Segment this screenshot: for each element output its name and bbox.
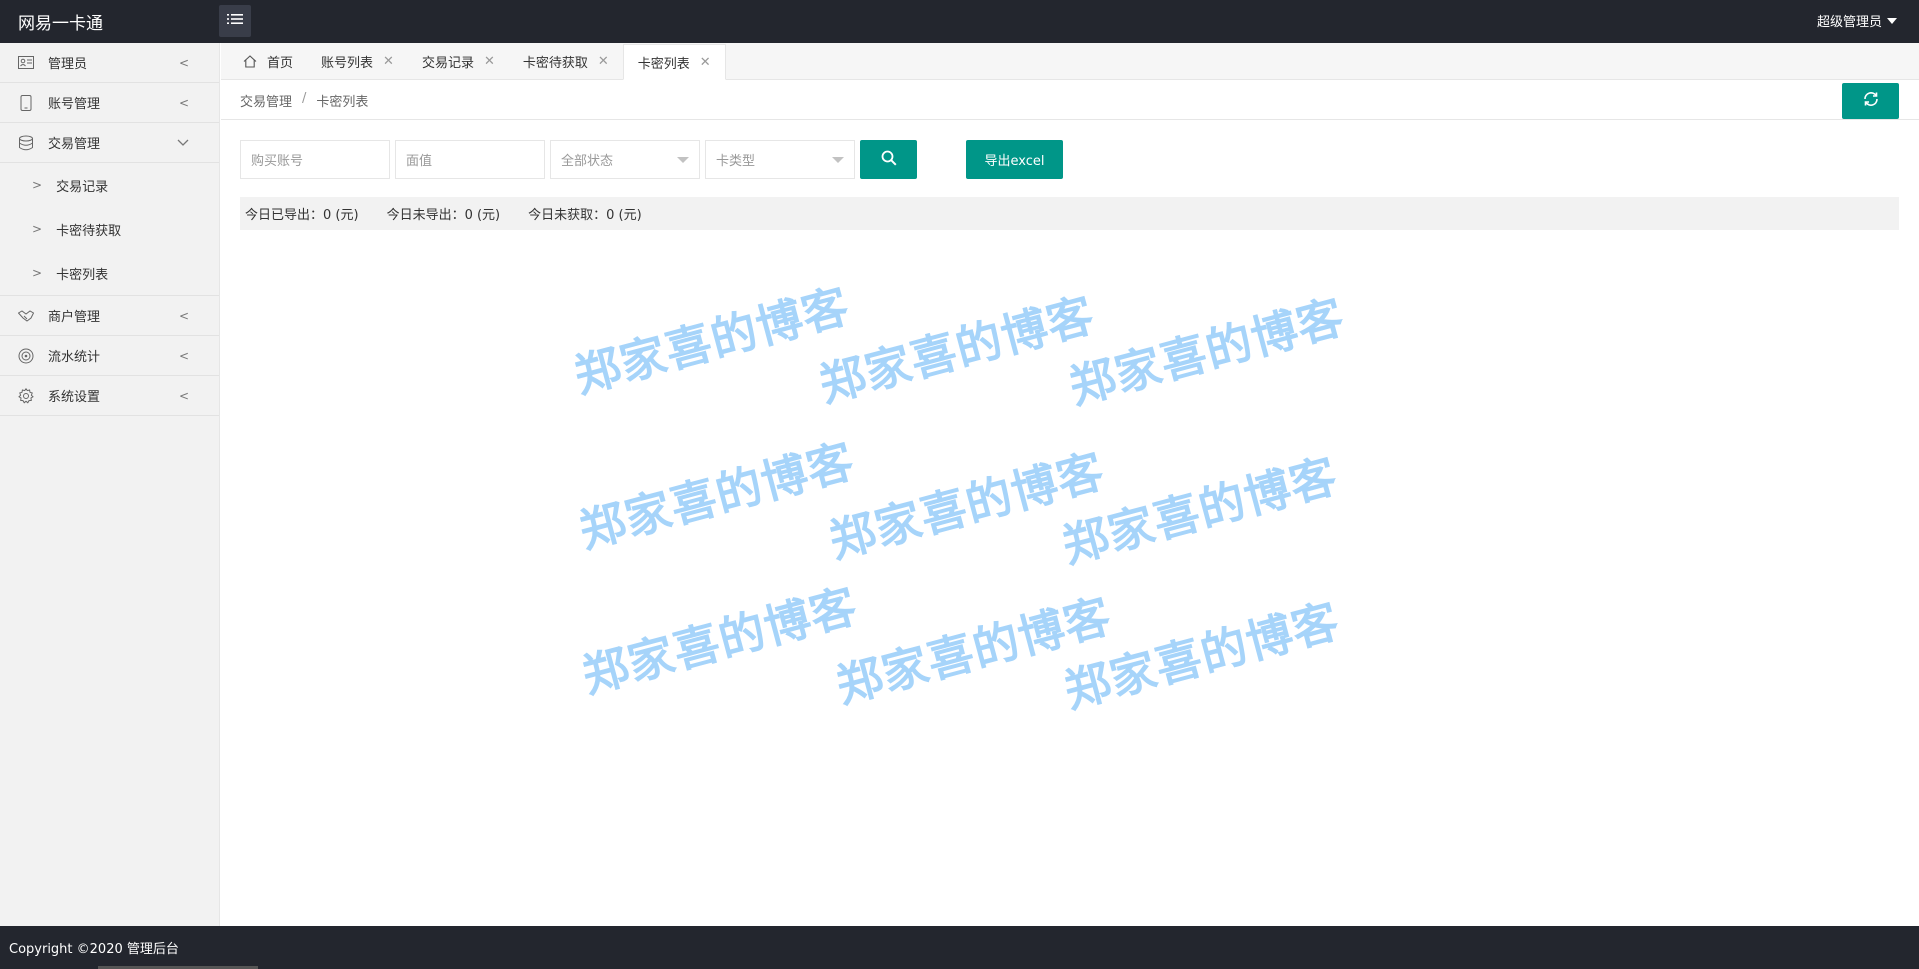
watermark-text: 郑家喜的博客 (813, 287, 1100, 413)
breadcrumb-parent[interactable]: 交易管理 (240, 91, 292, 110)
sidebar-subitem-transaction-records[interactable]: > 交易记录 (0, 163, 219, 207)
breadcrumb-bar: 交易管理 / 卡密列表 (221, 80, 1919, 120)
home-icon (243, 54, 257, 68)
tab-card-list[interactable]: 卡密列表 ✕ (622, 44, 726, 80)
sidebar-item-label: 商户管理 (48, 310, 101, 325)
target-icon (18, 348, 34, 364)
stat-exported-today: 今日已导出：0 (元) (245, 208, 359, 223)
tab-transaction-records[interactable]: 交易记录 ✕ (408, 43, 509, 79)
breadcrumb-current: 卡密列表 (316, 95, 369, 110)
tab-label: 账号列表 (321, 55, 374, 71)
database-icon (18, 135, 34, 151)
chevron-left-icon: < (178, 389, 189, 403)
sidebar-subitem-label: 卡密列表 (56, 267, 109, 283)
tab-label: 交易记录 (421, 55, 474, 71)
chevron-right-icon: > (32, 222, 43, 236)
sidebar-subitem-label: 卡密待获取 (56, 223, 122, 239)
sidebar-item-label: 交易管理 (48, 137, 101, 152)
sidebar-item-label: 流水统计 (48, 350, 101, 365)
chevron-left-icon: < (178, 349, 189, 363)
stat-not-fetched-today: 今日未获取：0 (元) (528, 208, 642, 223)
breadcrumb: 交易管理 / 卡密列表 (240, 91, 368, 110)
chevron-left-icon: < (178, 56, 189, 70)
filter-form: 购买账号 面值 全部状态 卡类型 (240, 140, 917, 179)
close-icon[interactable]: ✕ (700, 55, 711, 70)
user-menu[interactable]: 超级管理员 (1817, 11, 1897, 30)
chevron-right-icon: > (32, 266, 43, 280)
stats-bar: 今日已导出：0 (元) 今日未导出：0 (元) 今日未获取：0 (元) (240, 197, 1899, 230)
chevron-left-icon: < (178, 96, 189, 110)
search-icon (881, 150, 897, 170)
watermark-text: 郑家喜的博客 (1063, 289, 1350, 415)
sidebar-item-label: 管理员 (48, 57, 88, 72)
gear-icon (18, 387, 34, 404)
tab-label: 卡密待获取 (522, 55, 588, 71)
sidebar-subitem-label: 交易记录 (56, 179, 109, 195)
sidebar-item-transactions[interactable]: 交易管理 (0, 123, 219, 163)
purchase-account-input[interactable]: 购买账号 (240, 140, 390, 179)
tab-cards-pending[interactable]: 卡密待获取 ✕ (509, 43, 623, 79)
face-value-input[interactable]: 面值 (395, 140, 545, 179)
export-excel-button[interactable]: 导出excel (966, 140, 1063, 179)
chevron-down-icon (177, 136, 189, 150)
dropdown-arrow-icon (677, 156, 689, 163)
sidebar-item-statistics[interactable]: 流水统计 < (0, 336, 219, 376)
sidebar-item-label: 账号管理 (48, 97, 101, 112)
top-header: 网易一卡通 超级管理员 (0, 0, 1919, 43)
caret-down-icon (1887, 17, 1897, 24)
watermark-text: 郑家喜的博客 (568, 278, 855, 404)
search-button[interactable] (860, 140, 917, 179)
sidebar-item-admin[interactable]: 管理员 < (0, 43, 219, 83)
sidebar-item-merchants[interactable]: 商户管理 < (0, 296, 219, 336)
sidebar-item-settings[interactable]: 系统设置 < (0, 376, 219, 416)
brand-title: 网易一卡通 (18, 14, 103, 34)
dropdown-arrow-icon (832, 156, 844, 163)
sidebar-subitem-cards-pending[interactable]: > 卡密待获取 (0, 207, 219, 251)
close-icon[interactable]: ✕ (484, 54, 495, 69)
stat-not-exported-today: 今日未导出：0 (元) (386, 208, 501, 223)
watermark-text: 郑家喜的博客 (573, 433, 860, 559)
status-select-value: 全部状态 (561, 154, 614, 169)
refresh-icon (1862, 90, 1880, 112)
footer: Copyright ©2020 管理后台 (0, 926, 1919, 969)
sidebar-item-label: 系统设置 (48, 390, 101, 405)
tab-home[interactable]: 首页 (229, 43, 307, 79)
close-icon[interactable]: ✕ (383, 54, 394, 69)
sidebar: 管理员 < 账号管理 < 交易管理 > 交易记录 > 卡密待获取 > 卡密列表 (0, 43, 220, 926)
tab-label: 首页 (267, 55, 294, 71)
list-icon (227, 13, 243, 29)
tab-bar: 首页 账号列表 ✕ 交易记录 ✕ 卡密待获取 ✕ 卡密列表 ✕ (221, 43, 1919, 80)
card-type-select[interactable]: 卡类型 (705, 140, 855, 179)
tab-account-list[interactable]: 账号列表 ✕ (307, 43, 408, 79)
card-type-select-value: 卡类型 (716, 154, 756, 169)
close-icon[interactable]: ✕ (598, 54, 609, 69)
watermark-text: 郑家喜的博客 (576, 578, 863, 704)
sidebar-item-accounts[interactable]: 账号管理 < (0, 83, 219, 123)
breadcrumb-separator: / (302, 91, 307, 106)
user-name: 超级管理员 (1816, 15, 1882, 30)
copyright-text: Copyright ©2020 管理后台 (9, 942, 179, 957)
handshake-icon (18, 308, 34, 324)
status-select[interactable]: 全部状态 (550, 140, 700, 179)
refresh-button[interactable] (1842, 83, 1899, 119)
sidebar-submenu-transactions: > 交易记录 > 卡密待获取 > 卡密列表 (0, 163, 219, 296)
id-card-icon (18, 55, 34, 71)
chevron-left-icon: < (178, 309, 189, 323)
chevron-right-icon: > (32, 178, 43, 192)
phone-icon (18, 94, 34, 111)
tab-label: 卡密列表 (637, 56, 690, 72)
menu-toggle-button[interactable] (219, 5, 251, 37)
sidebar-subitem-card-list[interactable]: > 卡密列表 (0, 251, 219, 295)
